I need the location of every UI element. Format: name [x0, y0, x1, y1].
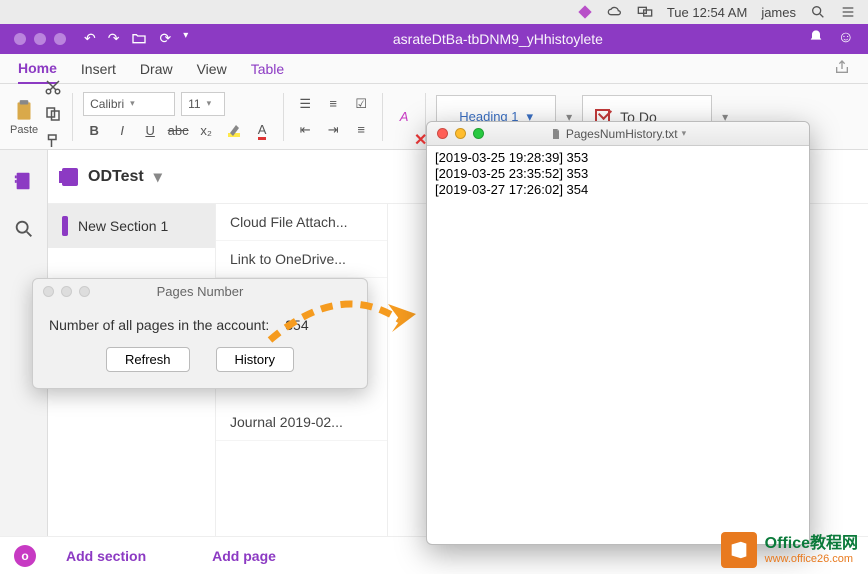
window-titlebar: ↶ ↷ ⟳ ▾ asrateDtBa-tbDNM9_yHhistoylete ☺	[0, 24, 868, 54]
spotlight-icon[interactable]	[810, 4, 826, 20]
notebook-name: ODTest	[88, 168, 144, 186]
textedit-window: PagesNumHistory.txt ▾ [2019-03-25 19:28:…	[426, 121, 810, 545]
textedit-content[interactable]: [2019-03-25 19:28:39] 353 [2019-03-25 23…	[427, 146, 809, 544]
subscript-button[interactable]: x₂	[195, 120, 217, 142]
tab-table[interactable]: Table	[251, 61, 284, 77]
copy-icon[interactable]	[44, 105, 62, 128]
strikethrough-button[interactable]: abc	[167, 120, 189, 142]
redo-icon[interactable]: ↷	[108, 30, 120, 49]
close-icon[interactable]: ✕	[414, 130, 427, 150]
cut-icon[interactable]	[44, 78, 62, 101]
notebook-icon	[62, 168, 78, 186]
textedit-titlebar[interactable]: PagesNumHistory.txt ▾	[427, 122, 809, 146]
window-title: asrateDtBa-tbDNM9_yHhistoylete	[188, 31, 807, 47]
account-badge[interactable]: o	[14, 545, 36, 567]
search-rail-icon[interactable]	[13, 218, 35, 240]
office-logo-icon	[721, 532, 757, 568]
tab-insert[interactable]: Insert	[81, 61, 116, 77]
section-color-mark	[62, 216, 68, 236]
add-page-button[interactable]: Add page	[212, 548, 276, 564]
cloud-icon[interactable]	[607, 4, 623, 20]
clipboard-icon	[11, 98, 37, 124]
watermark: Office教程网 www.office26.com	[721, 532, 858, 568]
history-button[interactable]: History	[216, 347, 294, 372]
paste-button[interactable]: Paste	[10, 98, 38, 136]
page-item[interactable]: Journal 2019-02...	[216, 404, 387, 441]
dialog-value: 354	[285, 317, 308, 333]
underline-button[interactable]: U	[139, 120, 161, 142]
chevron-down-icon[interactable]: ▾	[682, 128, 687, 139]
pages-number-dialog: Pages Number Number of all pages in the …	[32, 278, 368, 389]
mac-menubar: Tue 12:54 AM james	[565, 0, 868, 24]
section-label: New Section 1	[78, 218, 168, 234]
align-button[interactable]: ≡	[350, 119, 372, 141]
folder-open-icon[interactable]	[131, 30, 147, 49]
menu-lines-icon[interactable]	[840, 4, 856, 20]
tab-view[interactable]: View	[197, 61, 227, 77]
smiley-icon[interactable]: ☺	[838, 29, 854, 50]
diamond-icon[interactable]	[577, 4, 593, 20]
menubar-user[interactable]: james	[761, 5, 796, 20]
numbering-button[interactable]: ≡	[322, 93, 344, 115]
refresh-button[interactable]: Refresh	[106, 347, 190, 372]
italic-button[interactable]: I	[111, 120, 133, 142]
window-traffic-lights[interactable]	[0, 33, 66, 45]
indent-button[interactable]: ⇥	[322, 119, 344, 141]
document-icon	[550, 128, 562, 140]
dialog-title: Pages Number	[33, 284, 367, 299]
highlight-button[interactable]	[223, 120, 245, 142]
font-size-combo[interactable]: 11▾	[181, 92, 225, 116]
bold-button[interactable]: B	[83, 120, 105, 142]
dialog-label: Number of all pages in the account:	[49, 317, 269, 333]
checklist-button[interactable]: ☑	[350, 93, 372, 115]
notebooks-icon[interactable]	[13, 170, 35, 192]
chevron-down-icon: ▾	[154, 167, 162, 187]
menubar-clock[interactable]: Tue 12:54 AM	[667, 5, 747, 20]
page-item[interactable]: Cloud File Attach...	[216, 204, 387, 241]
bullets-button[interactable]: ☰	[294, 93, 316, 115]
page-item[interactable]: Link to OneDrive...	[216, 241, 387, 278]
font-name-combo[interactable]: Calibri▾	[83, 92, 175, 116]
displays-icon[interactable]	[637, 4, 653, 20]
tab-draw[interactable]: Draw	[140, 61, 173, 77]
bell-icon[interactable]	[808, 29, 824, 50]
add-section-button[interactable]: Add section	[66, 548, 146, 564]
font-color-button[interactable]: A	[251, 120, 273, 142]
outdent-button[interactable]: ⇤	[294, 119, 316, 141]
clear-formatting-button[interactable]: A	[393, 106, 415, 128]
textedit-filename: PagesNumHistory.txt	[566, 127, 678, 141]
sync-icon[interactable]: ⟳	[159, 30, 171, 49]
section-item[interactable]: New Section 1	[48, 204, 215, 248]
undo-icon[interactable]: ↶	[84, 30, 96, 49]
share-icon[interactable]	[834, 59, 850, 78]
ribbon-tabs: Home Insert Draw View Table	[0, 54, 868, 84]
